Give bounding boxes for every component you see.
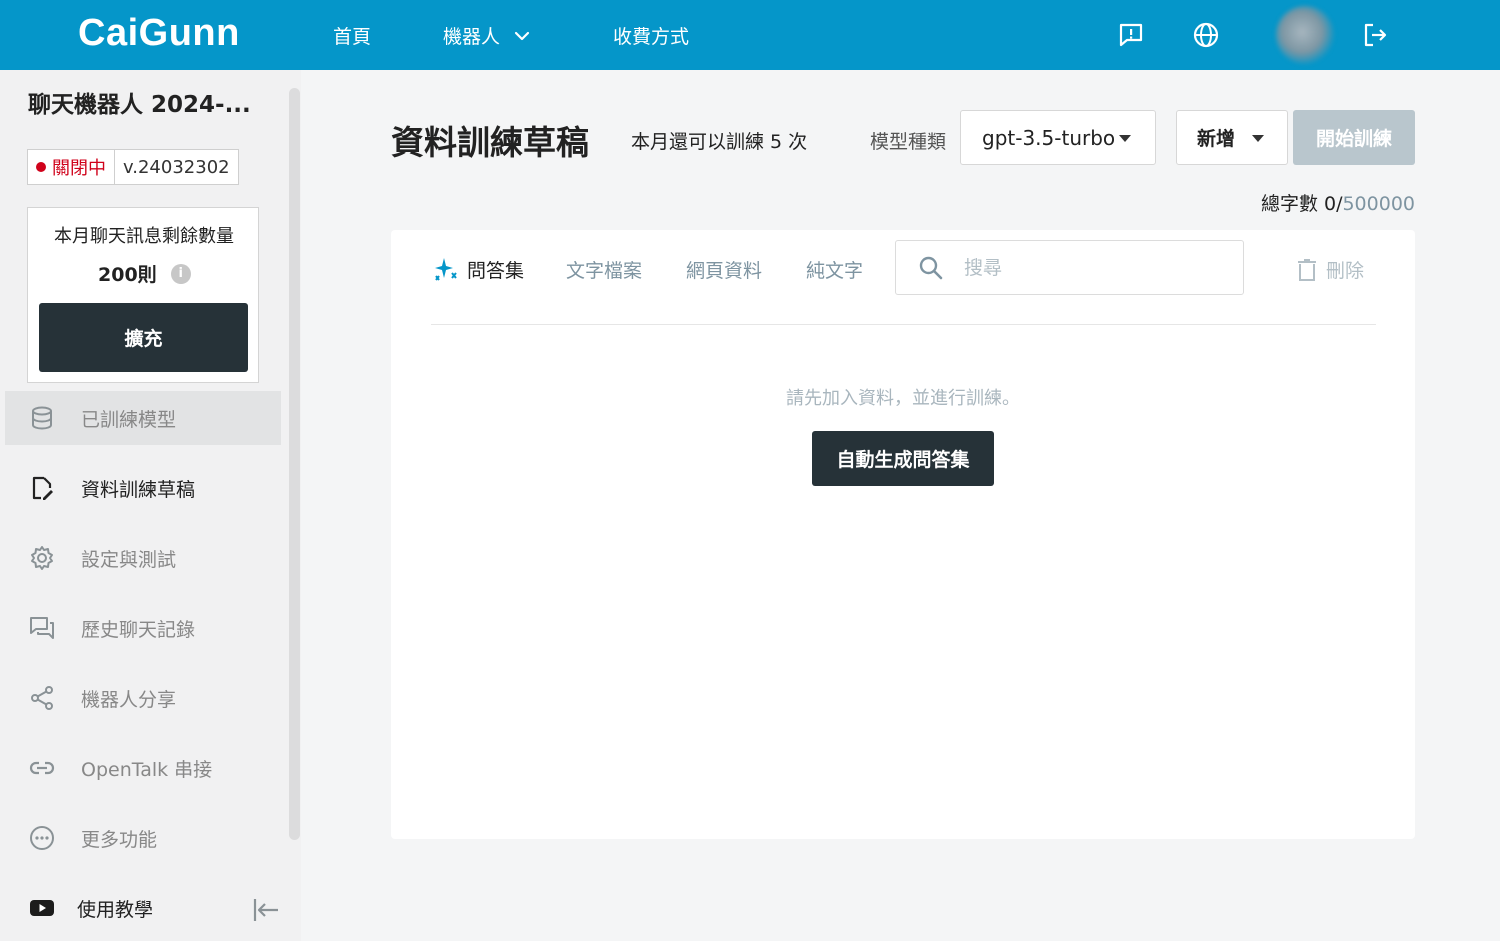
tab-text-file[interactable]: 文字檔案 — [566, 256, 642, 283]
youtube-icon — [29, 895, 55, 921]
logout-icon[interactable] — [1357, 17, 1393, 53]
sidebar-item-more[interactable]: 更多功能 — [5, 811, 281, 865]
page-title: 資料訓練草稿 — [391, 123, 589, 162]
status-badge[interactable]: 關閉中 — [28, 150, 115, 184]
sidebar-item-label: 機器人分享 — [81, 688, 177, 711]
status-label: 關閉中 — [52, 158, 106, 179]
sidebar-item-label: 資料訓練草稿 — [81, 478, 196, 501]
top-navbar: CaiGunn 首頁 機器人 收費方式 — [0, 0, 1500, 70]
quota-card: 本月聊天訊息剩餘數量 200則 i 擴充 — [27, 207, 259, 383]
search-icon — [919, 256, 943, 279]
generate-qa-button[interactable]: 自動生成問答集 — [812, 431, 994, 486]
globe-icon[interactable] — [1188, 17, 1224, 53]
chevron-down-icon — [514, 31, 530, 40]
word-count-max: 500000 — [1342, 193, 1415, 215]
sidebar-item-label: 使用教學 — [77, 898, 154, 921]
quota-value: 200則 i — [98, 260, 191, 287]
avatar[interactable] — [1276, 6, 1334, 64]
edit-document-icon — [29, 475, 55, 501]
tab-label: 網頁資料 — [686, 260, 763, 282]
expand-button[interactable]: 擴充 — [39, 303, 248, 372]
bot-name: 聊天機器人 2024-... — [28, 92, 251, 118]
sidebar-scrollbar[interactable] — [289, 88, 300, 840]
sidebar-item-tutorial[interactable]: 使用教學 — [5, 881, 281, 935]
word-count: 總字數 0/500000 — [1261, 189, 1415, 216]
empty-state-message: 請先加入資料，並進行訓練。 — [786, 388, 1020, 409]
tab-label: 純文字 — [806, 260, 864, 282]
sidebar-item-label: 已訓練模型 — [81, 408, 177, 431]
logo[interactable]: CaiGunn — [78, 12, 240, 55]
train-quota-text: 本月還可以訓練 5 次 — [631, 131, 808, 153]
chat-history-icon — [29, 615, 55, 641]
model-select[interactable]: gpt-3.5-turbo — [960, 110, 1156, 165]
quota-title: 本月聊天訊息剩餘數量 — [54, 226, 234, 247]
search-input[interactable] — [964, 256, 1224, 279]
tab-label: 文字檔案 — [566, 260, 643, 282]
quota-number: 200則 — [98, 264, 157, 286]
sidebar: 聊天機器人 2024-... 關閉中 v.24032302 本月聊天訊息剩餘數量… — [0, 70, 301, 941]
database-icon — [29, 405, 55, 431]
info-icon[interactable]: i — [170, 263, 191, 284]
start-training-button[interactable]: 開始訓練 — [1293, 110, 1415, 165]
nav-pricing[interactable]: 收費方式 — [613, 22, 689, 49]
nav-pricing-label: 收費方式 — [613, 26, 690, 48]
sidebar-item-chat-history[interactable]: 歷史聊天記錄 — [5, 601, 281, 655]
training-data-card: 問答集 文字檔案 網頁資料 純文字 刪除 請先加入資料，並進行訓練。 自動生成問… — [391, 230, 1415, 839]
sidebar-item-trained-models[interactable]: 已訓練模型 — [5, 391, 281, 445]
sidebar-item-training-draft[interactable]: 資料訓練草稿 — [5, 461, 281, 515]
sidebar-item-label: 設定與測試 — [81, 548, 177, 571]
nav-home[interactable]: 首頁 — [333, 22, 371, 49]
sidebar-item-label: 更多功能 — [81, 828, 158, 851]
tab-web-data[interactable]: 網頁資料 — [686, 256, 762, 283]
collapse-sidebar-icon[interactable] — [250, 894, 282, 926]
nav-bots-dropdown[interactable]: 機器人 — [443, 22, 530, 49]
tab-plain-text[interactable]: 純文字 — [806, 256, 863, 283]
nav-bots-label: 機器人 — [443, 26, 501, 48]
trash-icon — [1298, 258, 1316, 281]
model-select-value: gpt-3.5-turbo — [982, 125, 1116, 150]
delete-button[interactable]: 刪除 — [1296, 256, 1364, 283]
word-count-label: 總字數 0/ — [1260, 193, 1343, 215]
status-dot-icon — [36, 162, 46, 172]
sidebar-item-settings[interactable]: 設定與測試 — [5, 531, 281, 585]
status-box: 關閉中 v.24032302 — [27, 149, 239, 185]
divider — [431, 324, 1376, 325]
tab-qa[interactable]: 問答集 — [433, 256, 524, 283]
sidebar-item-label: OpenTalk 串接 — [81, 758, 213, 781]
more-icon — [29, 825, 55, 851]
feedback-icon[interactable] — [1113, 17, 1149, 53]
tab-label: 問答集 — [467, 260, 525, 282]
delete-label: 刪除 — [1326, 260, 1365, 282]
sidebar-item-share[interactable]: 機器人分享 — [5, 671, 281, 725]
caret-down-icon — [1119, 135, 1131, 142]
add-button[interactable]: 新增 — [1176, 110, 1288, 165]
caret-down-icon — [1252, 135, 1264, 142]
model-type-label: 模型種類 — [870, 131, 947, 153]
sidebar-item-opentalk[interactable]: OpenTalk 串接 — [5, 741, 281, 795]
search-box — [895, 240, 1244, 295]
add-button-label: 新增 — [1197, 128, 1236, 150]
share-icon — [29, 685, 55, 711]
link-icon — [29, 755, 55, 781]
nav-home-label: 首頁 — [333, 26, 372, 48]
sidebar-item-label: 歷史聊天記錄 — [81, 618, 196, 641]
gear-icon — [29, 545, 55, 571]
sparkle-icon — [435, 257, 457, 281]
version-label: v.24032302 — [123, 156, 230, 178]
